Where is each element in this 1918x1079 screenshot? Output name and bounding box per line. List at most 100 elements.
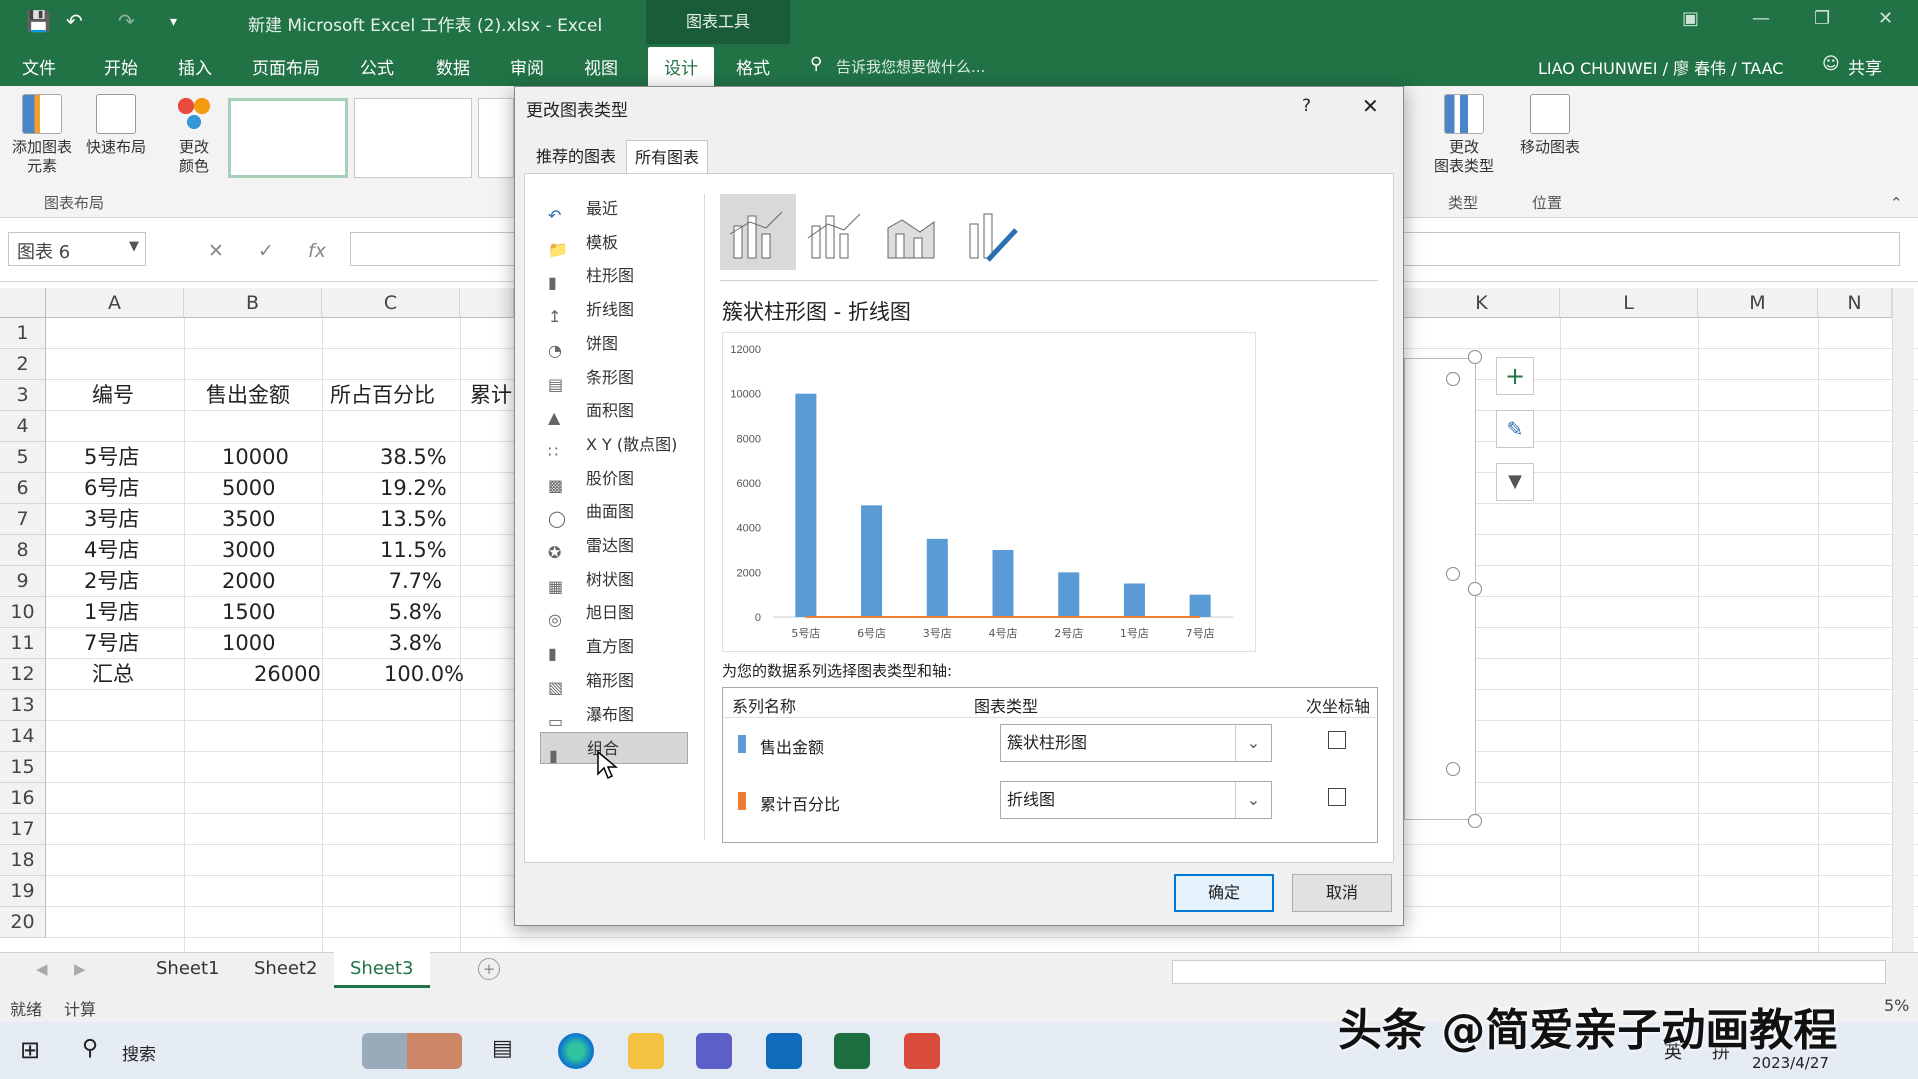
search-icon[interactable]: ⚲: [82, 1036, 98, 1061]
chart-category-5[interactable]: ▤ 条形图: [540, 362, 688, 394]
cell-b3[interactable]: 售出金额: [206, 380, 290, 411]
chart-filter-icon[interactable]: ▼: [1496, 463, 1534, 501]
tab-all-charts[interactable]: 所有图表: [626, 140, 709, 174]
col-header-b[interactable]: B: [184, 288, 322, 318]
row-header-18[interactable]: 18: [0, 845, 46, 876]
ribbon-display-icon[interactable]: ▣: [1682, 8, 1699, 29]
insert-function-icon[interactable]: fx: [308, 240, 326, 262]
cell-d3[interactable]: 累计: [470, 380, 512, 411]
row-header-2[interactable]: 2: [0, 349, 46, 380]
chart-category-11[interactable]: ▦ 树状图: [540, 564, 688, 596]
sheet-tab-sheet3[interactable]: Sheet3: [334, 952, 430, 988]
excel-icon[interactable]: [834, 1033, 870, 1069]
teams-icon[interactable]: [696, 1033, 732, 1069]
close-icon[interactable]: ✕: [1362, 94, 1379, 118]
tell-me-search[interactable]: 告诉我您想要做什么...: [836, 56, 985, 77]
row-header-17[interactable]: 17: [0, 814, 46, 845]
cell-c12[interactable]: 100.0%: [384, 659, 464, 690]
chart-resize-handle[interactable]: [1468, 350, 1482, 364]
save-icon[interactable]: 💾: [26, 9, 51, 33]
cell-a7[interactable]: 3号店: [84, 504, 139, 535]
cell-b10[interactable]: 1500: [222, 597, 275, 628]
share-icon[interactable]: ☺: [1822, 54, 1840, 74]
chart-category-13[interactable]: ▮ 直方图: [540, 631, 688, 663]
row-header-3[interactable]: 3: [0, 380, 46, 411]
cell-c6[interactable]: 19.2%: [380, 473, 447, 504]
horizontal-scrollbar[interactable]: [1172, 960, 1886, 984]
cell-b9[interactable]: 2000: [222, 566, 275, 597]
minimize-icon[interactable]: —: [1752, 8, 1770, 29]
col-header-k[interactable]: K: [1404, 288, 1560, 318]
chart-category-12[interactable]: ◎ 旭日图: [540, 597, 688, 629]
chart-category-4[interactable]: ◔ 饼图: [540, 328, 688, 360]
move-chart-button[interactable]: 移动图表: [1510, 94, 1590, 157]
chart-style-2[interactable]: [354, 98, 472, 178]
row-header-5[interactable]: 5: [0, 442, 46, 473]
cell-a12[interactable]: 汇总: [92, 659, 134, 690]
col-header-n[interactable]: N: [1818, 288, 1892, 318]
cell-b5[interactable]: 10000: [222, 442, 289, 473]
tab-design[interactable]: 设计: [648, 47, 714, 86]
cell-a3[interactable]: 编号: [92, 380, 134, 411]
restore-icon[interactable]: ❐: [1814, 8, 1830, 29]
tab-format[interactable]: 格式: [736, 54, 770, 79]
chart-category-14[interactable]: ▧ 箱形图: [540, 665, 688, 697]
chart-category-10[interactable]: ✪ 雷达图: [540, 530, 688, 562]
task-view-icon[interactable]: ▤: [492, 1036, 513, 1061]
select-all-corner[interactable]: [0, 288, 46, 318]
row-header-8[interactable]: 8: [0, 535, 46, 566]
tab-page-layout[interactable]: 页面布局: [252, 54, 320, 79]
row-header-9[interactable]: 9: [0, 566, 46, 597]
col-header-l[interactable]: L: [1560, 288, 1698, 318]
row-header-7[interactable]: 7: [0, 504, 46, 535]
cell-b7[interactable]: 3500: [222, 504, 275, 535]
chart-category-0[interactable]: ↶ 最近: [540, 193, 688, 225]
share-button[interactable]: 共享: [1848, 54, 1882, 79]
chart-category-7[interactable]: ∷ X Y (散点图): [540, 429, 688, 461]
add-chart-element-button[interactable]: 添加图表 元素: [6, 94, 78, 176]
windows-start-icon[interactable]: ⊞: [20, 1036, 40, 1064]
vertical-scrollbar[interactable]: [1892, 288, 1914, 952]
zoom-level[interactable]: 5%: [1884, 996, 1909, 1015]
file-explorer-icon[interactable]: [628, 1033, 664, 1069]
chart-styles-brush-icon[interactable]: ✎: [1496, 410, 1534, 448]
chart-category-2[interactable]: ▮ 柱形图: [540, 260, 688, 292]
confirm-entry-icon[interactable]: ✓: [258, 240, 274, 262]
name-box[interactable]: 图表 6 ▼: [8, 232, 146, 266]
cell-a8[interactable]: 4号店: [84, 535, 139, 566]
change-chart-type-button[interactable]: 更改 图表类型: [1424, 94, 1504, 176]
cancel-entry-icon[interactable]: ✕: [208, 240, 224, 262]
chart-resize-handle[interactable]: [1446, 762, 1460, 776]
cell-a10[interactable]: 1号店: [84, 597, 139, 628]
search-highlight-image[interactable]: [362, 1033, 462, 1069]
chart-resize-handle[interactable]: [1468, 814, 1482, 828]
series-2-secondary-axis-checkbox[interactable]: [1328, 788, 1346, 806]
tell-me-icon[interactable]: ⚲: [810, 54, 822, 74]
cell-b8[interactable]: 3000: [222, 535, 275, 566]
cell-c8[interactable]: 11.5%: [380, 535, 447, 566]
edge-icon[interactable]: [558, 1033, 594, 1069]
cell-c7[interactable]: 13.5%: [380, 504, 447, 535]
chart-style-1[interactable]: [228, 98, 348, 178]
tab-view[interactable]: 视图: [584, 54, 618, 79]
series-2-chart-type-select[interactable]: 折线图 ⌄: [1000, 781, 1272, 819]
sheet-tab-sheet1[interactable]: Sheet1: [140, 952, 236, 988]
change-colors-button[interactable]: 更改 颜色: [158, 94, 230, 176]
chart-category-8[interactable]: ▩ 股价图: [540, 463, 688, 495]
cell-a6[interactable]: 6号店: [84, 473, 139, 504]
cell-b11[interactable]: 1000: [222, 628, 275, 659]
cell-c10[interactable]: 5.8%: [380, 597, 442, 628]
col-header-a[interactable]: A: [46, 288, 184, 318]
chart-category-6[interactable]: ▲ 面积图: [540, 395, 688, 427]
tab-insert[interactable]: 插入: [178, 54, 212, 79]
chart-category-15[interactable]: ▭ 瀑布图: [540, 699, 688, 731]
chart-frame[interactable]: [1404, 358, 1476, 820]
sheet-tab-sheet2[interactable]: Sheet2: [238, 952, 334, 988]
outlook-icon[interactable]: [766, 1033, 802, 1069]
cell-a11[interactable]: 7号店: [84, 628, 139, 659]
cell-c9[interactable]: 7.7%: [380, 566, 442, 597]
cell-a9[interactable]: 2号店: [84, 566, 139, 597]
row-header-12[interactable]: 12: [0, 659, 46, 690]
prev-sheet-icon[interactable]: ◀: [36, 960, 48, 978]
row-header-15[interactable]: 15: [0, 752, 46, 783]
